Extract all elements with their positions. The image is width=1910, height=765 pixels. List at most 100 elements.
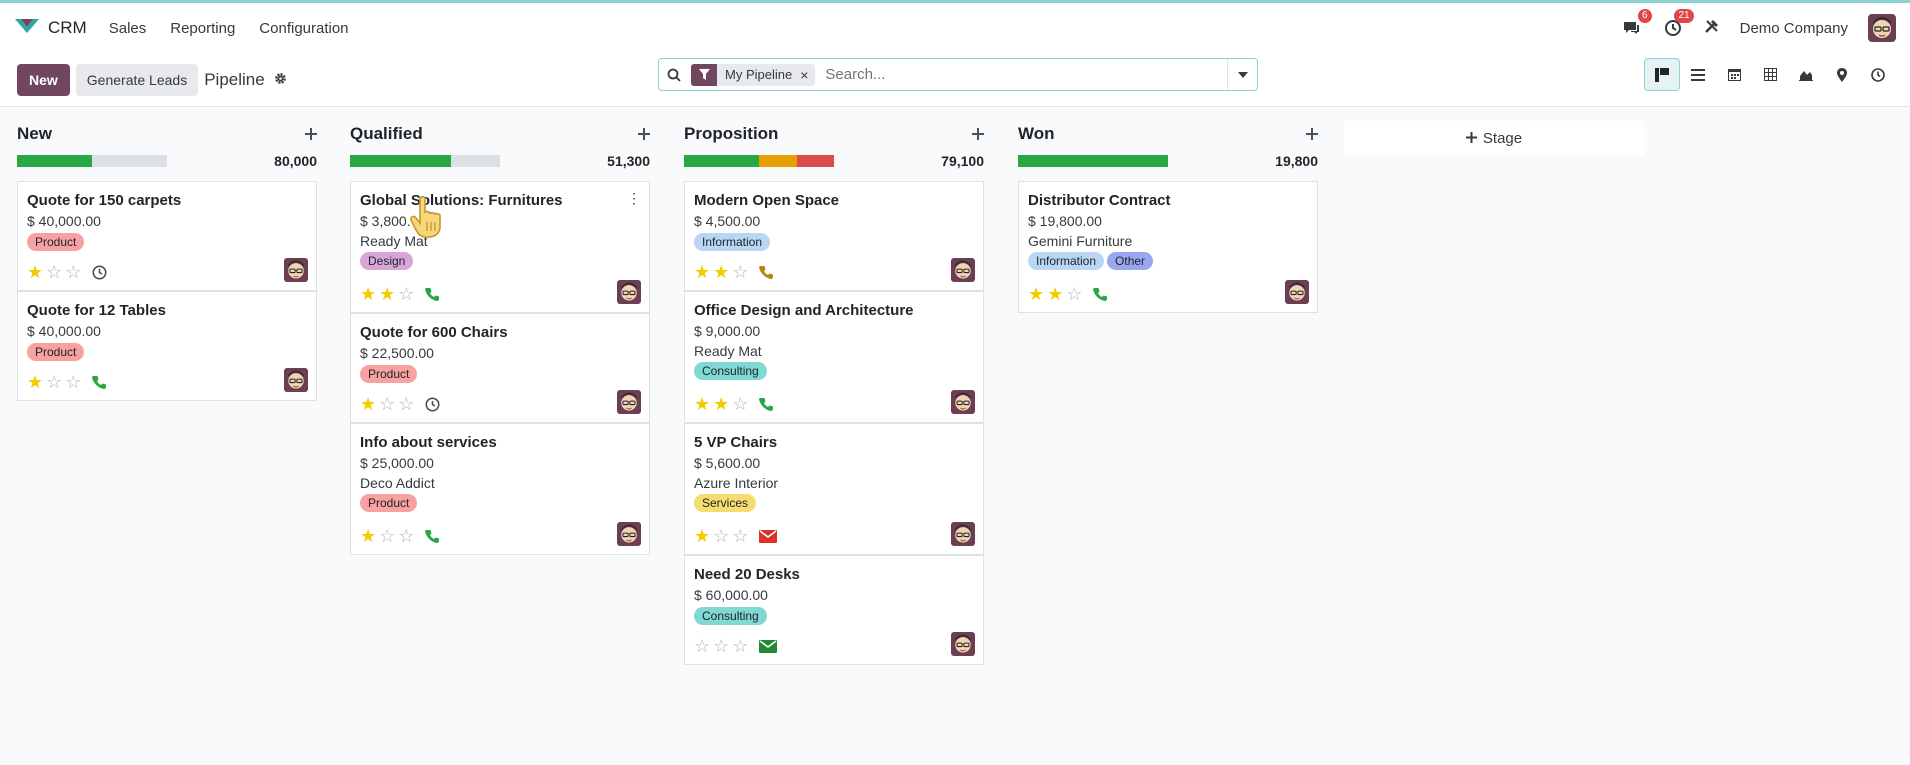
priority-star-icon[interactable]: ★ xyxy=(713,395,729,413)
salesperson-avatar[interactable] xyxy=(951,522,975,546)
phone-icon[interactable] xyxy=(92,375,107,389)
gear-icon[interactable] xyxy=(274,70,287,90)
salesperson-avatar[interactable] xyxy=(617,280,641,304)
priority-star-icon[interactable]: ★ xyxy=(379,285,395,303)
kanban-view-button[interactable] xyxy=(1644,58,1680,91)
card-menu-button[interactable]: ⋮ xyxy=(627,190,641,207)
salesperson-avatar[interactable] xyxy=(1285,280,1309,304)
phone-icon[interactable] xyxy=(759,265,774,279)
priority-star-icon[interactable]: ★ xyxy=(694,263,710,281)
activity-view-button[interactable] xyxy=(1860,58,1896,91)
nav-reporting[interactable]: Reporting xyxy=(170,20,235,37)
priority-star-icon[interactable]: ☆ xyxy=(732,637,748,655)
generate-leads-button[interactable]: Generate Leads xyxy=(75,63,199,96)
priority-star-icon[interactable]: ★ xyxy=(713,263,729,281)
priority-star-icon[interactable]: ★ xyxy=(27,373,43,391)
salesperson-avatar[interactable] xyxy=(617,522,641,546)
progress-segment[interactable] xyxy=(1018,155,1168,167)
salesperson-avatar[interactable] xyxy=(951,390,975,414)
column-title[interactable]: New xyxy=(17,124,52,144)
priority-star-icon[interactable]: ☆ xyxy=(1066,285,1082,303)
list-view-button[interactable] xyxy=(1680,58,1716,91)
kanban-card[interactable]: Quote for 150 carpets $ 40,000.00 Product ★… xyxy=(17,181,317,291)
nav-configuration[interactable]: Configuration xyxy=(259,20,348,37)
search-input[interactable] xyxy=(815,66,1227,83)
add-stage-button[interactable]: Stage xyxy=(1344,121,1644,155)
salesperson-avatar[interactable] xyxy=(284,258,308,282)
progress-segment[interactable] xyxy=(684,155,759,167)
clock-icon[interactable] xyxy=(92,265,107,280)
column-title[interactable]: Won xyxy=(1018,124,1055,144)
column-progress-bar[interactable] xyxy=(350,155,500,167)
salesperson-avatar[interactable] xyxy=(951,258,975,282)
priority-star-icon[interactable]: ★ xyxy=(27,263,43,281)
priority-star-icon[interactable]: ☆ xyxy=(713,527,729,545)
kanban-card[interactable]: ⋮ Global Solutions: Furnitures $ 3,800. Rea… xyxy=(350,181,650,313)
kanban-card[interactable]: Info about services $ 25,000.00 Deco Addic… xyxy=(350,423,650,555)
app-brand[interactable]: CRM xyxy=(14,17,87,39)
priority-star-icon[interactable]: ☆ xyxy=(379,527,395,545)
progress-segment[interactable] xyxy=(17,155,92,167)
envelope-icon[interactable] xyxy=(759,529,778,543)
activities-button[interactable]: 21 xyxy=(1662,9,1694,39)
kanban-card[interactable]: Modern Open Space $ 4,500.00 Information ★ ★… xyxy=(684,181,984,291)
quick-create-button[interactable] xyxy=(638,126,650,142)
kanban-card[interactable]: Distributor Contract $ 19,800.00 Gemini Fu… xyxy=(1018,181,1318,313)
progress-segment[interactable] xyxy=(796,155,834,167)
search-options-toggle[interactable] xyxy=(1227,59,1257,90)
facet-remove-button[interactable]: × xyxy=(798,67,815,83)
priority-star-icon[interactable]: ☆ xyxy=(732,263,748,281)
column-progress-bar[interactable] xyxy=(17,155,167,167)
priority-star-icon[interactable]: ☆ xyxy=(379,395,395,413)
priority-star-icon[interactable]: ★ xyxy=(1028,285,1044,303)
priority-star-icon[interactable]: ☆ xyxy=(398,395,414,413)
kanban-card[interactable]: Office Design and Architecture $ 9,000.00… xyxy=(684,291,984,423)
priority-star-icon[interactable]: ☆ xyxy=(46,263,62,281)
salesperson-avatar[interactable] xyxy=(951,632,975,656)
progress-segment[interactable] xyxy=(759,155,797,167)
priority-star-icon[interactable]: ☆ xyxy=(65,373,81,391)
column-title[interactable]: Qualified xyxy=(350,124,423,144)
clock-icon[interactable] xyxy=(425,397,440,412)
column-progress-bar[interactable] xyxy=(1018,155,1168,167)
search-icon[interactable] xyxy=(659,68,689,82)
priority-star-icon[interactable]: ★ xyxy=(360,395,376,413)
priority-star-icon[interactable]: ☆ xyxy=(732,395,748,413)
kanban-card[interactable]: 5 VP Chairs $ 5,600.00 Azure Interior Servi… xyxy=(684,423,984,555)
priority-star-icon[interactable]: ★ xyxy=(694,395,710,413)
graph-view-button[interactable] xyxy=(1788,58,1824,91)
priority-star-icon[interactable]: ★ xyxy=(360,285,376,303)
new-button[interactable]: New xyxy=(17,63,70,96)
priority-star-icon[interactable]: ★ xyxy=(694,527,710,545)
priority-star-icon[interactable]: ☆ xyxy=(398,527,414,545)
quick-create-button[interactable] xyxy=(305,126,317,142)
salesperson-avatar[interactable] xyxy=(617,390,641,414)
priority-star-icon[interactable]: ☆ xyxy=(398,285,414,303)
calendar-view-button[interactable] xyxy=(1716,58,1752,91)
priority-star-icon[interactable]: ☆ xyxy=(46,373,62,391)
quick-create-button[interactable] xyxy=(972,126,984,142)
progress-segment[interactable] xyxy=(350,155,451,167)
phone-icon[interactable] xyxy=(759,397,774,411)
user-avatar[interactable] xyxy=(1868,14,1896,42)
phone-icon[interactable] xyxy=(1093,287,1108,301)
company-switcher[interactable]: Demo Company xyxy=(1740,20,1848,37)
kanban-card[interactable]: Quote for 12 Tables $ 40,000.00 Product ★ ☆ ☆ xyxy=(17,291,317,401)
priority-star-icon[interactable]: ☆ xyxy=(694,637,710,655)
nav-sales[interactable]: Sales xyxy=(109,20,147,37)
quick-create-button[interactable] xyxy=(1306,126,1318,142)
pivot-view-button[interactable] xyxy=(1752,58,1788,91)
debug-tools-icon[interactable] xyxy=(1704,18,1720,38)
column-progress-bar[interactable] xyxy=(684,155,834,167)
phone-icon[interactable] xyxy=(425,529,440,543)
kanban-card[interactable]: Need 20 Desks $ 60,000.00 Consulting ☆ ☆ ☆ xyxy=(684,555,984,665)
kanban-card[interactable]: Quote for 600 Chairs $ 22,500.00 Product ★ ☆… xyxy=(350,313,650,423)
salesperson-avatar[interactable] xyxy=(284,368,308,392)
priority-star-icon[interactable]: ☆ xyxy=(65,263,81,281)
priority-star-icon[interactable]: ☆ xyxy=(713,637,729,655)
priority-star-icon[interactable]: ★ xyxy=(1047,285,1063,303)
priority-star-icon[interactable]: ★ xyxy=(360,527,376,545)
priority-star-icon[interactable]: ☆ xyxy=(732,527,748,545)
phone-icon[interactable] xyxy=(425,287,440,301)
map-view-button[interactable] xyxy=(1824,58,1860,91)
